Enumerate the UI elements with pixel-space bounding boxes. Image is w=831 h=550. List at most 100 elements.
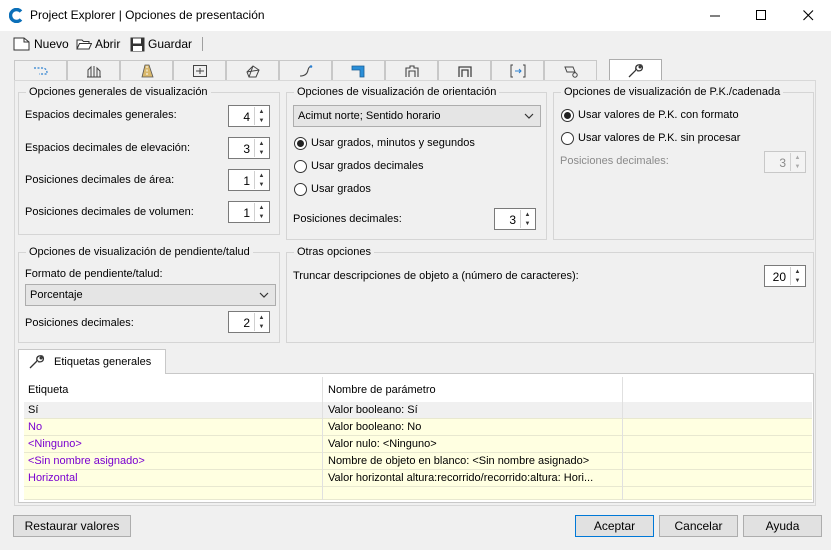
radio-formatted-station[interactable] [561,109,574,122]
maximize-button[interactable] [738,0,784,31]
orientation-decimals-spinner[interactable]: 3 ▲ ▼ [494,208,536,230]
tab-general-labels-title: Etiquetas generales [54,356,152,368]
spin-down-icon[interactable]: ▼ [255,212,268,221]
general-decimals-value: 4 [243,110,250,124]
cancel-button[interactable]: Cancelar [659,515,738,537]
radio-raw-station[interactable] [561,132,574,145]
open-folder-icon [76,39,92,50]
volume-decimals-spinner[interactable]: 1 ▲ ▼ [228,201,270,223]
new-button[interactable]: Nuevo [13,35,69,53]
spin-down-icon[interactable]: ▼ [255,322,268,331]
tab-strip [14,59,816,81]
spin-up-icon[interactable]: ▲ [255,313,268,322]
spin-down-icon[interactable]: ▼ [255,116,268,125]
tab-subassembly[interactable] [438,60,491,81]
radio-decimal-degrees[interactable] [294,160,307,173]
param-cell: Valor horizontal altura:recorrido/recorr… [323,470,622,487]
spin-up-icon[interactable]: ▲ [521,210,534,219]
spin-down-icon[interactable]: ▼ [255,180,268,189]
general-decimals-spinner[interactable]: 4 ▲ ▼ [228,105,270,127]
minimize-button[interactable] [692,0,738,31]
station-decimals-value: 3 [779,156,786,170]
tab-pipe-network[interactable] [332,60,385,81]
close-button[interactable] [785,0,831,31]
spin-up-icon[interactable]: ▲ [255,107,268,116]
empty-cell [24,487,322,500]
orientation-options-legend: Opciones de visualización de orientación [294,86,500,98]
table-row[interactable]: Sí Valor booleano: Sí [24,402,812,419]
spin-up-icon[interactable]: ▲ [255,171,268,180]
tab-feature-line[interactable] [279,60,332,81]
slope-format-value: Porcentaje [30,289,83,301]
save-button-label: Guardar [148,37,193,51]
param-cell: Valor nulo: <Ninguno> [323,436,622,453]
spin-up-icon[interactable]: ▲ [791,153,804,162]
label-cell[interactable]: <Sin nombre asignado> [24,453,322,470]
tab-profile[interactable] [67,60,120,81]
label-cell[interactable]: <Ninguno> [24,436,322,453]
profile-icon [86,65,101,78]
sample-line-icon [510,64,525,78]
tab-section[interactable] [173,60,226,81]
open-button[interactable]: Abrir [76,35,120,53]
other-options-legend: Otras opciones [294,246,374,258]
tab-settings[interactable] [609,59,662,81]
table-row[interactable]: Horizontal Valor horizontal altura:recor… [24,470,812,487]
chevron-down-icon [524,113,534,119]
surface-icon [245,65,260,78]
spin-down-icon[interactable]: ▼ [255,148,268,157]
area-decimals-label: Posiciones decimales de área: [25,174,175,186]
spin-up-icon[interactable]: ▲ [791,267,804,276]
spin-down-icon[interactable]: ▼ [521,219,534,228]
subassembly-icon [457,66,472,77]
volume-decimals-label: Posiciones decimales de volumen: [25,206,194,218]
column-header-param[interactable]: Nombre de parámetro [328,384,436,396]
table-row-empty[interactable] [24,487,812,500]
spin-up-icon[interactable]: ▲ [255,203,268,212]
minimize-icon [709,15,720,17]
wrench-icon [29,355,45,369]
column-header-label[interactable]: Etiqueta [28,384,68,396]
table-row[interactable]: No Valor booleano: No [24,419,812,436]
slope-format-combo[interactable]: Porcentaje [25,284,276,306]
restore-defaults-button[interactable]: Restaurar valores [13,515,131,537]
tab-surface[interactable] [226,60,279,81]
save-button[interactable]: Guardar [130,35,192,53]
tab-corridor[interactable] [120,60,173,81]
accept-button[interactable]: Aceptar [575,515,654,537]
tab-sample-line[interactable] [491,60,544,81]
assembly-icon [404,65,419,77]
empty-cell [323,487,622,500]
tab-assembly[interactable] [385,60,438,81]
station-decimals-spinner[interactable]: 3 ▲ ▼ [764,151,806,173]
tab-general-labels[interactable]: Etiquetas generales [18,349,166,374]
orientation-combo[interactable]: Acimut norte; Sentido horario [293,105,541,127]
label-cell[interactable]: Sí [24,402,322,419]
truncate-spinner[interactable]: 20 ▲ ▼ [764,265,806,287]
wrench-settings-icon [628,63,643,77]
station-decimals-label: Posiciones decimales: [560,155,669,167]
area-decimals-spinner[interactable]: 1 ▲ ▼ [228,169,270,191]
elevation-decimals-spinner[interactable]: 3 ▲ ▼ [228,137,270,159]
label-cell[interactable]: Horizontal [24,470,322,487]
spin-down-icon[interactable]: ▼ [791,162,804,171]
alignment-dashed-icon [33,67,48,75]
slope-decimals-label: Posiciones decimales: [25,317,134,329]
tab-point-group[interactable] [544,60,597,81]
tab-alignment[interactable] [14,60,67,81]
other-options-group: Otras opciones [286,246,814,343]
table-row[interactable]: <Ninguno> Valor nulo: <Ninguno> [24,436,812,453]
point-group-icon [563,66,578,78]
station-options-legend: Opciones de visualización de P.K./cadena… [561,86,784,98]
orientation-combo-value: Acimut norte; Sentido horario [298,110,441,122]
spin-up-icon[interactable]: ▲ [255,139,268,148]
radio-dms[interactable] [294,137,307,150]
label-cell[interactable]: No [24,419,322,436]
area-decimals-value: 1 [243,174,250,188]
radio-degrees[interactable] [294,183,307,196]
help-button[interactable]: Ayuda [743,515,822,537]
slope-decimals-spinner[interactable]: 2 ▲ ▼ [228,311,270,333]
spin-down-icon[interactable]: ▼ [791,276,804,285]
table-row[interactable]: <Sin nombre asignado> Nombre de objeto e… [24,453,812,470]
radio-dms-label: Usar grados, minutos y segundos [311,137,475,149]
